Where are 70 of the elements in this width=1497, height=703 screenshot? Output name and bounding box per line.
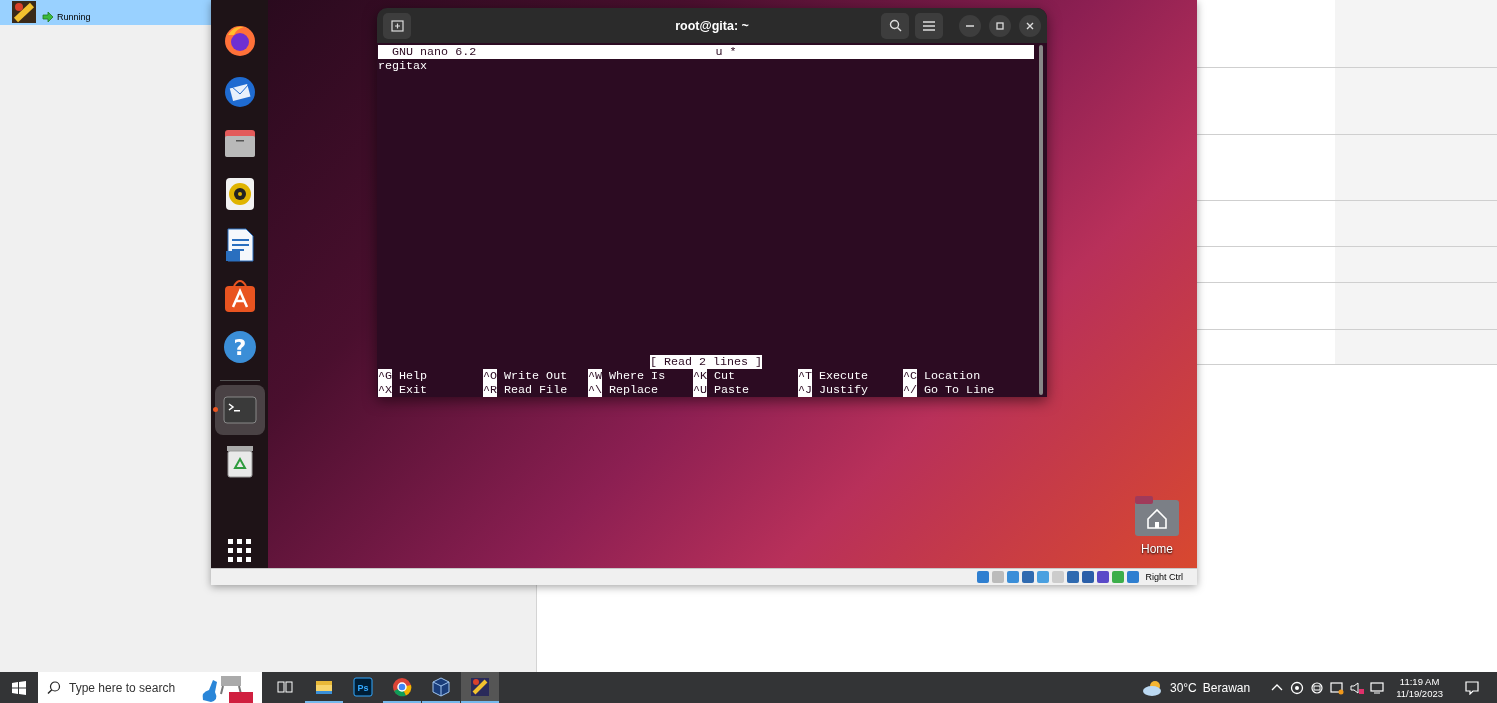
taskbar-app[interactable]: Ps [344,672,382,703]
minimize-button[interactable] [959,14,981,37]
shortcut-key: ^G [378,369,393,383]
shortcut-label: Paste [714,383,750,397]
shortcut-key: ^K [693,369,708,383]
search-button[interactable] [881,12,909,39]
speaker-icon[interactable] [1350,680,1365,695]
cloud-sun-icon [1141,679,1164,696]
disc-icon[interactable] [1290,680,1305,695]
vm-state: Running [57,12,91,22]
shortcut-label: Justify [819,383,869,397]
minimize-icon [966,24,974,27]
shortcut-key: ^O [483,369,498,383]
close-button[interactable] [1019,14,1041,37]
shortcut-label: Read File [504,383,568,397]
clock-date[interactable]: 11/19/2023 [1396,687,1443,700]
new-tab-icon [390,19,404,32]
shortcut-label: Exit [399,383,428,397]
maximize-button[interactable] [989,14,1011,37]
shortcut-key: ^R [483,383,498,397]
host-key-label: Right Ctrl [1145,572,1183,582]
monitor-icon[interactable] [1330,680,1345,695]
file-name: u * [714,45,737,59]
shortcut-label: Cut [714,369,736,383]
new-tab-button[interactable] [383,12,411,39]
shortcut-key: ^U [693,383,708,397]
window-title: root@gita: ~ [675,18,749,33]
app-grid-icon[interactable] [228,539,251,562]
editor-version: GNU nano 6.2 [391,45,478,59]
menu-icon [923,19,935,32]
app-icon [470,676,490,697]
shortcut-key: ^\ [588,383,603,397]
home-folder-icon[interactable] [1134,495,1180,537]
arrow-icon [42,11,54,23]
shortcut-key: ^J [798,383,813,397]
shortcut-label: Location [924,369,981,383]
vm-icon [12,1,36,23]
close-icon [1026,21,1034,30]
search-icon [47,680,61,695]
photoshop-icon: Ps [353,676,373,697]
cube-icon [431,676,451,697]
weather-condition[interactable]: Berawan [1202,680,1251,695]
chrome-icon [392,676,412,697]
scrollbar[interactable] [1039,45,1043,395]
taskbar-app[interactable] [461,672,499,703]
weather-temperature[interactable]: 30°C [1169,680,1197,695]
search-input[interactable]: Type here to search [69,680,191,695]
shortcut-label: Where Is [609,369,666,383]
menu-button[interactable] [915,12,943,39]
search-icon [888,19,902,32]
shortcut-key: ^C [903,369,918,383]
shortcut-label: Execute [819,369,869,383]
vm-list-item[interactable]: Running [0,0,211,25]
shortcut-key: ^X [378,383,393,397]
shortcut-label: Go To Line [924,383,995,397]
notification-icon[interactable] [1465,680,1479,695]
shortcut-key: ^/ [903,383,918,397]
shortcut-label: Replace [609,383,659,397]
text-line: regitax [378,59,429,73]
shortcut-key: ^T [798,369,813,383]
search-bar[interactable]: Type here to search [38,672,262,703]
clock-time[interactable]: 11:19 AM [1399,675,1440,688]
shortcut-key: ^W [588,369,603,383]
maximize-icon [996,21,1004,30]
windows-logo-icon [12,680,26,695]
shortcut-label: Write Out [504,369,568,383]
status-message: [ Read 2 lines ] [649,355,763,369]
shortcut-label: Help [399,369,428,383]
help-icon: ? [221,328,258,365]
desktop-icon-label[interactable]: Home [1141,542,1173,556]
